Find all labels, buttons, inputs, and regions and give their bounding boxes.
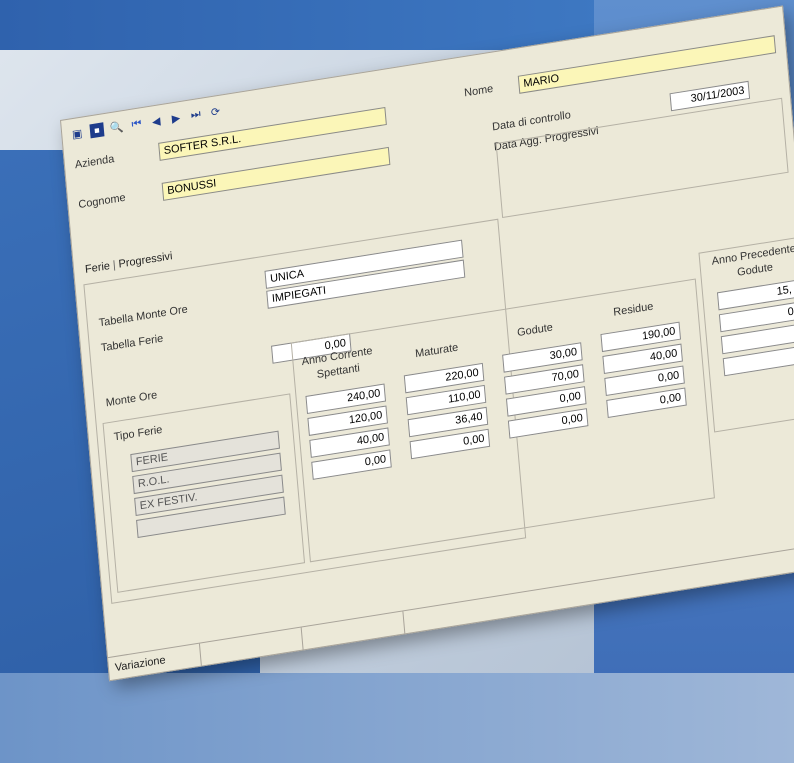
- data-controllo-label: Data di controllo: [491, 109, 572, 134]
- next-icon[interactable]: ▶: [168, 110, 183, 126]
- prev-icon[interactable]: ◀: [149, 113, 164, 129]
- tab-ferie[interactable]: Ferie: [82, 260, 114, 277]
- tab-progressivi[interactable]: Progressivi: [115, 250, 176, 271]
- nome-label: Nome: [463, 82, 494, 100]
- first-icon[interactable]: ⏮: [129, 116, 144, 132]
- background-band-bottom: [0, 673, 794, 763]
- app-window: ▣ ■ 🔍 ⏮ ◀ ▶ ⏭ ⟳ Azienda SOFTER S.R.L. No…: [60, 5, 794, 682]
- status-cell-3: [301, 611, 406, 650]
- save-icon[interactable]: ■: [89, 122, 105, 139]
- refresh-icon[interactable]: ⟳: [208, 103, 223, 119]
- find-icon[interactable]: 🔍: [109, 119, 124, 135]
- cognome-label: Cognome: [77, 191, 127, 212]
- azienda-label: Azienda: [74, 153, 115, 172]
- app-icon[interactable]: ▣: [70, 125, 85, 141]
- last-icon[interactable]: ⏭: [188, 107, 203, 123]
